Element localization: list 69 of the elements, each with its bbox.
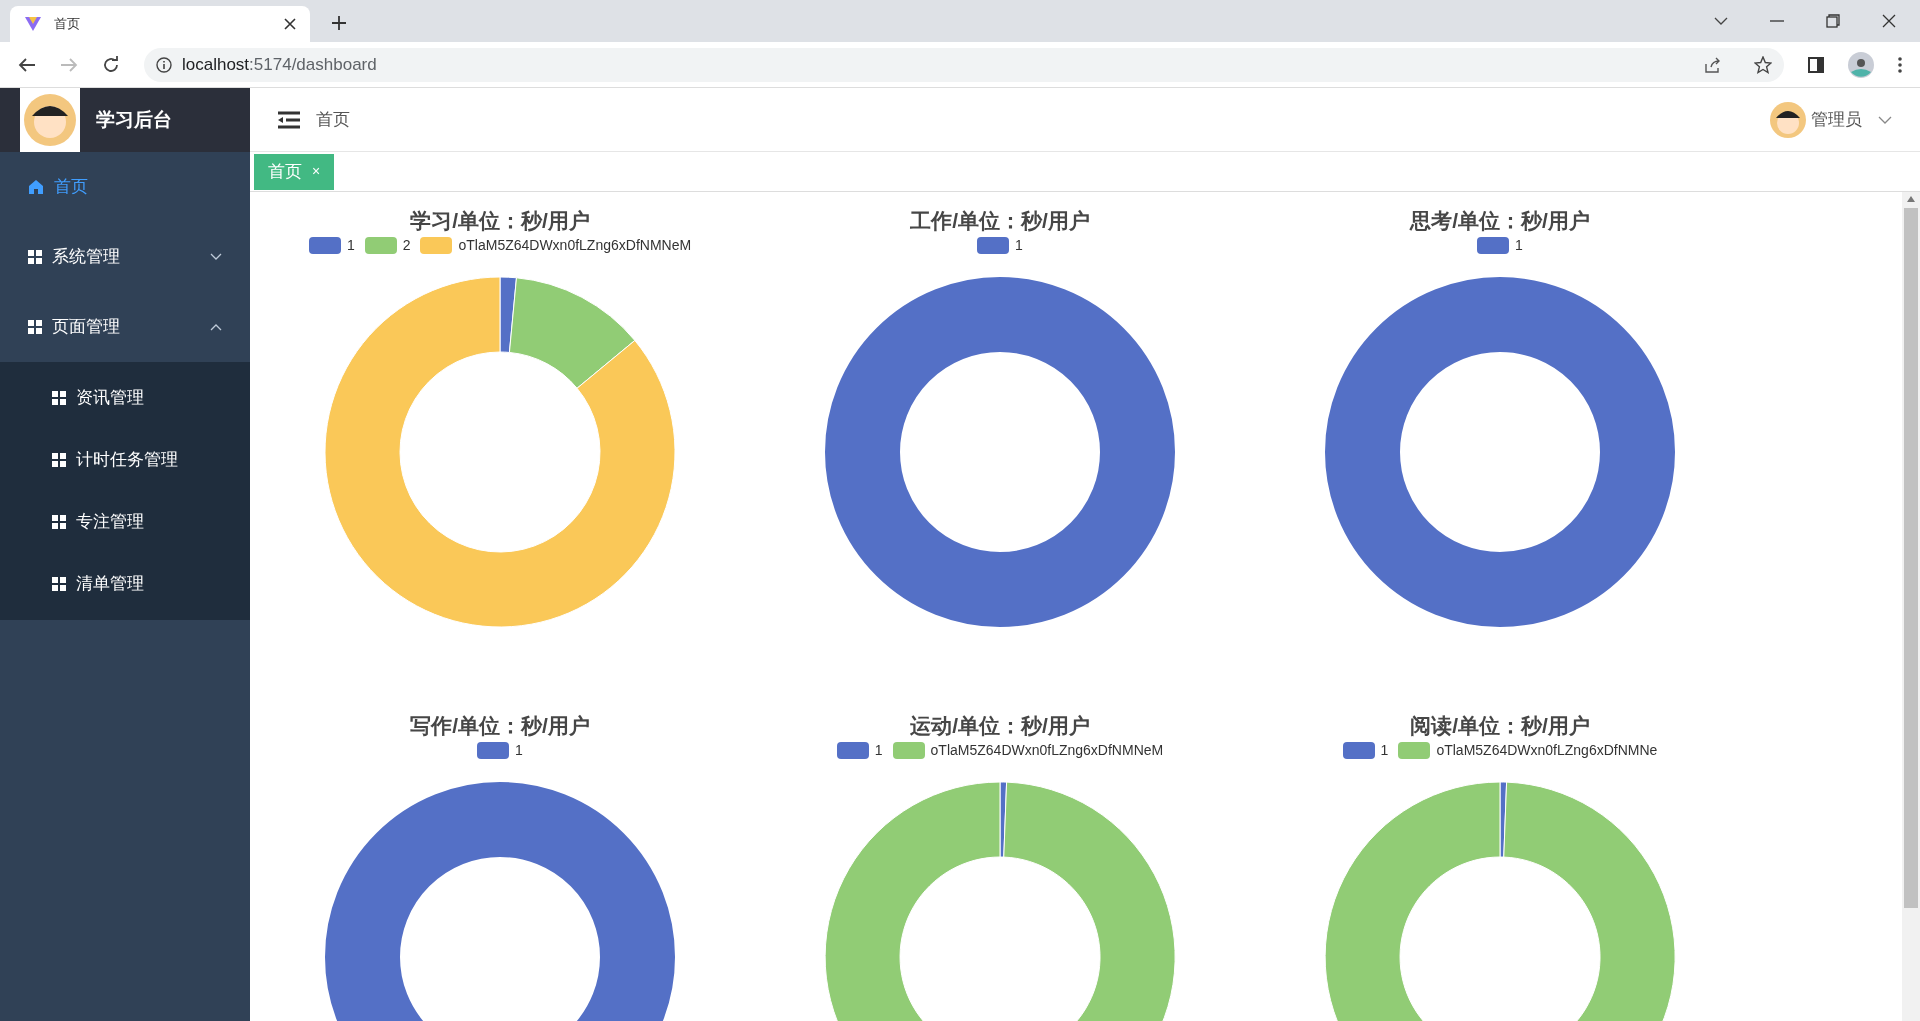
legend-swatch[interactable] [477, 741, 510, 759]
star-icon[interactable] [1754, 55, 1772, 74]
user-avatar-icon [1769, 100, 1807, 139]
breadcrumb[interactable]: 首页 [316, 106, 350, 133]
legend-swatch[interactable] [1398, 741, 1431, 759]
chevron-icon [210, 253, 222, 261]
address-bar[interactable]: localhost:5174/dashboard [144, 47, 1784, 82]
submenu-item[interactable]: 资讯管理 [0, 367, 250, 429]
grid-icon [28, 250, 42, 264]
tab-title: 首页 [54, 15, 81, 34]
chart-title: 学习/单位：秒/用户 [410, 208, 590, 234]
grid-icon [52, 515, 66, 529]
more-icon[interactable] [1898, 56, 1902, 73]
scroll-up-icon[interactable] [1907, 196, 1915, 202]
submenu-item[interactable]: 清单管理 [0, 553, 250, 615]
grid-icon [52, 391, 66, 405]
legend-label[interactable]: 1 [515, 739, 523, 761]
scrollbar-thumb[interactable] [1904, 208, 1918, 908]
grid-icon [52, 577, 66, 591]
app-title: 学习后台 [96, 107, 172, 132]
back-icon[interactable] [18, 56, 36, 73]
legend-label[interactable]: 1 [1380, 739, 1389, 761]
user-name[interactable]: 管理员 [1811, 106, 1862, 133]
chevron-down-icon[interactable] [1878, 115, 1892, 124]
legend-swatch[interactable] [977, 236, 1010, 254]
chart-title: 写作/单位：秒/用户 [410, 713, 590, 739]
legend-swatch[interactable] [1477, 236, 1510, 254]
submenu-item[interactable]: 专注管理 [0, 491, 250, 553]
browser-tab[interactable]: 首页 [10, 6, 310, 42]
legend-swatch[interactable] [420, 236, 453, 254]
legend-swatch[interactable] [308, 236, 341, 254]
chart-title: 运动/单位：秒/用户 [910, 713, 1090, 739]
side-panel-icon[interactable] [1808, 56, 1824, 73]
close-icon[interactable] [284, 18, 296, 30]
close-icon[interactable] [1882, 14, 1896, 28]
grid-icon [52, 453, 66, 467]
profile-avatar-icon[interactable] [1848, 51, 1874, 78]
legend-swatch[interactable] [1342, 741, 1375, 759]
chevron-down-icon[interactable] [1714, 17, 1728, 25]
menu-item[interactable]: 首页 [0, 152, 250, 222]
chart-title: 阅读/单位：秒/用户 [1410, 713, 1590, 739]
legend-label[interactable]: 1 [1515, 234, 1523, 256]
scrollbar[interactable] [1902, 192, 1920, 1021]
chart-title: 工作/单位：秒/用户 [910, 208, 1090, 234]
legend-swatch[interactable] [892, 741, 925, 759]
menu-item[interactable]: 系统管理 [0, 222, 250, 292]
triangle-logo-icon [24, 16, 42, 32]
legend-label[interactable]: 2 [402, 234, 411, 256]
chart-title: 思考/单位：秒/用户 [1410, 208, 1590, 234]
url-text: localhost:5174/dashboard [182, 53, 377, 76]
legend-label[interactable]: oTlaM5Z64DWxn0fLZng6xDfNMNe [1436, 739, 1658, 761]
home-icon [28, 179, 44, 195]
grid-icon [28, 320, 42, 334]
restore-icon[interactable] [1826, 14, 1840, 28]
legend-label[interactable]: oTlaM5Z64DWxn0fLZng6xDfNMNeM [458, 234, 692, 256]
legend-label[interactable]: 1 [1015, 234, 1023, 256]
share-icon[interactable] [1704, 55, 1722, 74]
menu-icon[interactable] [278, 110, 300, 129]
reload-icon[interactable] [102, 55, 120, 74]
submenu-item[interactable]: 计时任务管理 [0, 429, 250, 491]
legend-label[interactable]: 1 [874, 739, 883, 761]
info-icon[interactable] [156, 56, 172, 73]
legend-label[interactable]: oTlaM5Z64DWxn0fLZng6xDfNMNeM [930, 739, 1164, 761]
plus-icon[interactable] [332, 16, 346, 30]
legend-swatch[interactable] [836, 741, 869, 759]
legend-label[interactable]: 1 [346, 234, 355, 256]
legend-swatch[interactable] [364, 236, 397, 254]
chevron-icon [210, 323, 222, 331]
menu-item[interactable]: 页面管理 [0, 292, 250, 362]
